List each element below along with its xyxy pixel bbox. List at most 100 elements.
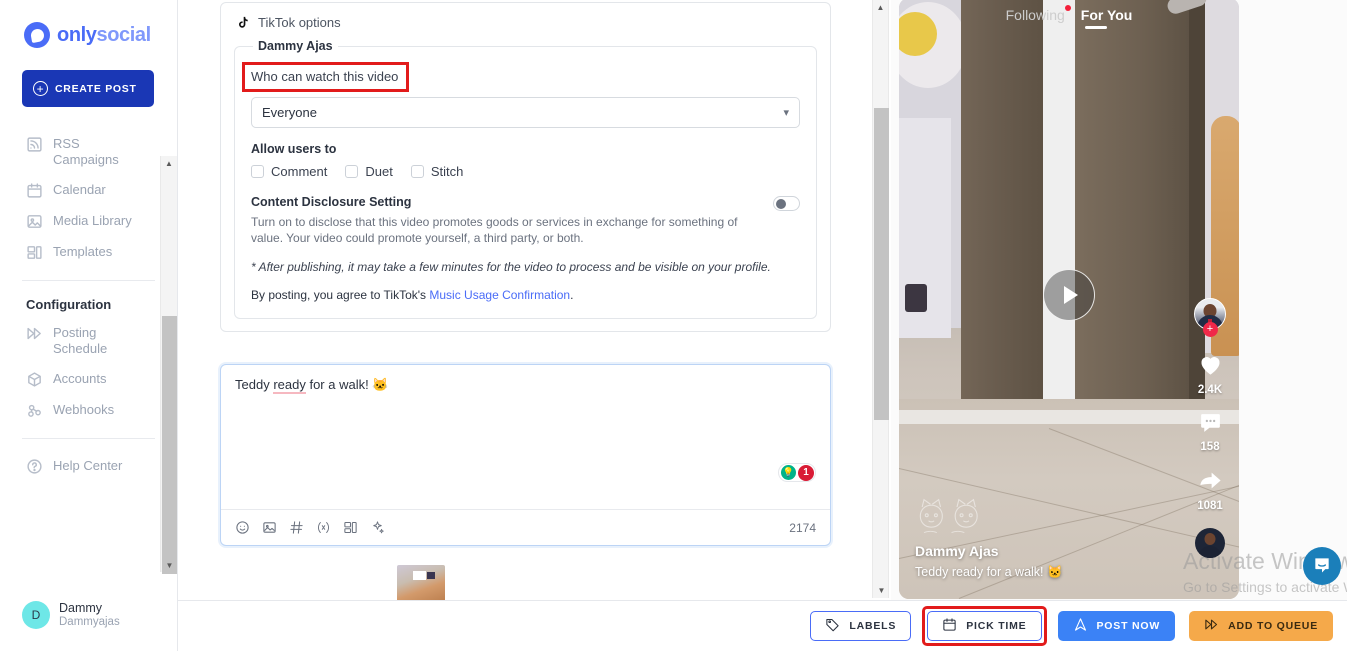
sidebar-divider-1 <box>22 280 155 281</box>
tab-for-you[interactable]: For You <box>1081 7 1133 23</box>
add-to-queue-button[interactable]: ADD TO QUEUE <box>1189 611 1333 641</box>
music-usage-agreement: By posting, you agree to TikTok's Music … <box>251 288 800 302</box>
like-count: 2.4K <box>1197 384 1223 396</box>
fast-forward-icon <box>26 325 43 342</box>
scrollbar-thumb[interactable] <box>874 108 889 420</box>
notification-dot-icon <box>1064 5 1071 11</box>
sidebar-item-templates[interactable]: Templates <box>0 237 177 268</box>
sidebar-item-help-center[interactable]: Help Center <box>0 451 177 482</box>
chat-bubble-icon <box>1312 555 1332 578</box>
sidebar-item-media-library[interactable]: Media Library <box>0 206 177 237</box>
agree-suffix: . <box>570 288 574 302</box>
checkbox-box[interactable] <box>345 165 359 178</box>
account-legend: Dammy Ajas <box>258 39 333 53</box>
post-now-button[interactable]: POST NOW <box>1057 611 1176 641</box>
lightbulb-icon: 💡 <box>781 465 796 480</box>
music-usage-confirmation-link[interactable]: Music Usage Confirmation <box>429 288 570 302</box>
emoji-icon[interactable] <box>235 520 250 535</box>
sidebar-user[interactable]: D Dammy Dammyajas <box>22 601 120 629</box>
intercom-chat-button[interactable] <box>1303 547 1341 585</box>
image-icon[interactable] <box>262 520 277 535</box>
ai-sparkle-icon[interactable] <box>370 520 385 535</box>
post-caption-editor[interactable]: Teddy ready for a walk! 🐱 💡 1 2174 <box>220 364 831 546</box>
character-count: 2174 <box>789 520 816 535</box>
logo-text-bold: only <box>57 24 97 46</box>
calendar-icon <box>26 182 43 199</box>
tiktok-card-title: TikTok options <box>258 15 341 30</box>
pick-time-button[interactable]: PICK TIME <box>927 611 1042 641</box>
heart-icon[interactable] <box>1197 351 1224 381</box>
suggestion-count: 1 <box>798 464 814 481</box>
play-button[interactable] <box>1043 269 1095 321</box>
scroll-up-arrow-icon[interactable]: ▲ <box>873 0 888 15</box>
sidebar-item-posting-schedule[interactable]: Posting Schedule <box>0 318 177 364</box>
app-root: onlysocial + CREATE POST RSS Campaigns C… <box>0 0 1347 651</box>
checkbox-comment[interactable]: Comment <box>251 164 327 179</box>
labels-button-label: LABELS <box>849 620 897 632</box>
tab-active-underline <box>1085 26 1107 29</box>
cat-watermark-icon <box>913 496 1023 540</box>
pick-time-button-label: PICK TIME <box>966 620 1027 632</box>
music-disc-avatar[interactable] <box>1195 528 1225 558</box>
caption-spellcheck-word: ready <box>273 377 306 394</box>
chevron-down-icon: ▾ <box>783 107 789 119</box>
sidebar-item-label: Templates <box>53 244 113 259</box>
preview-action-rail: + 2.4K 158 1081 <box>1191 298 1229 558</box>
content-disclosure-title: Content Disclosure Setting <box>251 195 412 209</box>
create-post-label: CREATE POST <box>55 82 137 95</box>
labels-button[interactable]: LABELS <box>810 611 912 641</box>
checkbox-box[interactable] <box>251 165 264 178</box>
sidebar-nav: RSS Campaigns Calendar Media Library Tem… <box>0 129 177 482</box>
sidebar-item-calendar[interactable]: Calendar <box>0 175 177 206</box>
templates-icon <box>26 244 43 261</box>
composer-scrollbar[interactable]: ▲ ▼ <box>872 0 889 598</box>
share-count: 1081 <box>1197 500 1223 512</box>
preview-column: Following For You + 2.4K 158 1081 Dammy … <box>891 0 1347 651</box>
variable-icon[interactable] <box>316 520 331 535</box>
sidebar-item-label: Accounts <box>53 371 107 386</box>
tiktok-account-group: Dammy Ajas Who can watch this video Ever… <box>234 39 817 319</box>
bottom-action-bar: LABELS PICK TIME POST NOW ADD TO QUEUE <box>178 600 1347 651</box>
scroll-down-arrow-icon[interactable]: ▼ <box>873 583 890 598</box>
composer-column: TikTok options Dammy Ajas Who can watch … <box>178 0 891 651</box>
sidebar-item-accounts[interactable]: Accounts <box>0 364 177 395</box>
logo-text-light: social <box>96 24 152 46</box>
sidebar-scrollbar[interactable]: ▲ ▼ <box>160 156 178 574</box>
scroll-up-arrow-icon[interactable]: ▲ <box>161 156 177 170</box>
content-disclosure-toggle[interactable] <box>773 196 800 211</box>
checkbox-label: Duet <box>365 164 393 179</box>
create-post-button[interactable]: + CREATE POST <box>22 70 154 107</box>
sidebar-item-label: Media Library <box>53 213 132 228</box>
processing-note: * After publishing, it may take a few mi… <box>251 260 771 274</box>
caption-text[interactable]: Teddy ready for a walk! 🐱 <box>221 365 830 394</box>
sidebar-item-label: Webhooks <box>53 402 115 417</box>
share-icon[interactable] <box>1197 467 1224 497</box>
checkbox-duet[interactable]: Duet <box>345 164 393 179</box>
privacy-label-wrap: Who can watch this video <box>241 62 800 92</box>
attached-media-thumbnail[interactable] <box>397 565 445 605</box>
hashtag-icon[interactable] <box>289 520 304 535</box>
follow-plus-icon[interactable]: + <box>1202 322 1218 337</box>
post-now-button-label: POST NOW <box>1096 620 1161 632</box>
checkbox-box[interactable] <box>410 165 424 178</box>
privacy-select[interactable]: Everyone ▾ <box>251 97 800 128</box>
template-icon[interactable] <box>343 520 358 535</box>
add-to-queue-button-label: ADD TO QUEUE <box>1228 620 1318 632</box>
user-name: Dammy <box>59 601 103 615</box>
checkbox-stitch[interactable]: Stitch <box>410 164 463 179</box>
comment-icon[interactable] <box>1198 410 1223 438</box>
scrollbar-thumb[interactable] <box>162 316 177 574</box>
scroll-down-arrow-icon[interactable]: ▼ <box>161 558 178 572</box>
sidebar-item-rss-campaigns[interactable]: RSS Campaigns <box>0 129 177 175</box>
tab-following[interactable]: Following <box>1006 5 1071 23</box>
privacy-select-value: Everyone <box>262 105 317 120</box>
sidebar-item-webhooks[interactable]: Webhooks <box>0 395 177 426</box>
main-area: TikTok options Dammy Ajas Who can watch … <box>178 0 1347 651</box>
suggestions-badge[interactable]: 💡 1 <box>778 463 816 482</box>
plus-icon: + <box>33 81 48 96</box>
user-handle: Dammyajas <box>59 616 120 628</box>
tiktok-preview: Following For You + 2.4K 158 1081 Dammy … <box>899 0 1239 599</box>
caption-before: Teddy <box>235 377 274 392</box>
app-logo[interactable]: onlysocial <box>0 0 177 48</box>
allow-users-checkbox-row: Comment Duet Stitch <box>251 164 800 179</box>
